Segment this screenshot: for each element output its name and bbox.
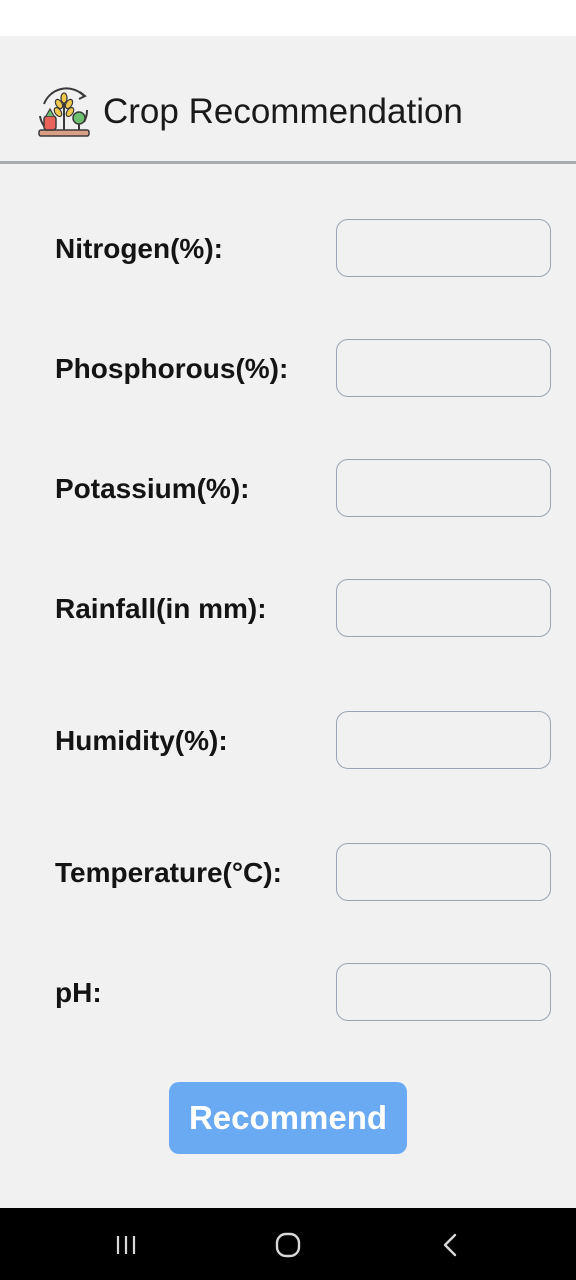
rainfall-label: Rainfall(in mm):: [55, 593, 267, 624]
recommend-button[interactable]: Recommend: [169, 1082, 407, 1154]
back-icon: [443, 1233, 457, 1257]
humidity-row: Humidity(%):: [0, 711, 576, 771]
nitrogen-label: Nitrogen(%):: [55, 233, 223, 264]
potassium-row: Potassium(%):: [0, 459, 576, 519]
ph-input[interactable]: [336, 963, 551, 1021]
phosphorous-row: Phosphorous(%):: [0, 339, 576, 399]
header-divider: [0, 161, 576, 164]
recent-apps-icon: [116, 1236, 136, 1254]
temperature-input[interactable]: [336, 843, 551, 901]
rainfall-row: Rainfall(in mm):: [0, 579, 576, 639]
crop-plant-icon: [38, 87, 90, 137]
potassium-label: Potassium(%):: [55, 473, 250, 504]
recent-apps-button[interactable]: [86, 1208, 166, 1280]
ph-label: pH:: [55, 977, 102, 1008]
system-navigation-bar: [0, 1208, 576, 1280]
phosphorous-input[interactable]: [336, 339, 551, 397]
potassium-input[interactable]: [336, 459, 551, 517]
nitrogen-input[interactable]: [336, 219, 551, 277]
app-header: Crop Recommendation: [0, 36, 576, 161]
humidity-label: Humidity(%):: [55, 725, 228, 756]
phosphorous-label: Phosphorous(%):: [55, 353, 289, 384]
ph-row: pH:: [0, 963, 576, 1023]
temperature-label: Temperature(°C):: [55, 857, 282, 888]
humidity-input[interactable]: [336, 711, 551, 769]
nitrogen-row: Nitrogen(%):: [0, 219, 576, 279]
home-icon: [275, 1232, 301, 1258]
page-title: Crop Recommendation: [103, 92, 463, 131]
back-button[interactable]: [410, 1208, 490, 1280]
home-button[interactable]: [248, 1208, 328, 1280]
status-bar: [0, 0, 576, 36]
rainfall-input[interactable]: [336, 579, 551, 637]
temperature-row: Temperature(°C):: [0, 843, 576, 903]
